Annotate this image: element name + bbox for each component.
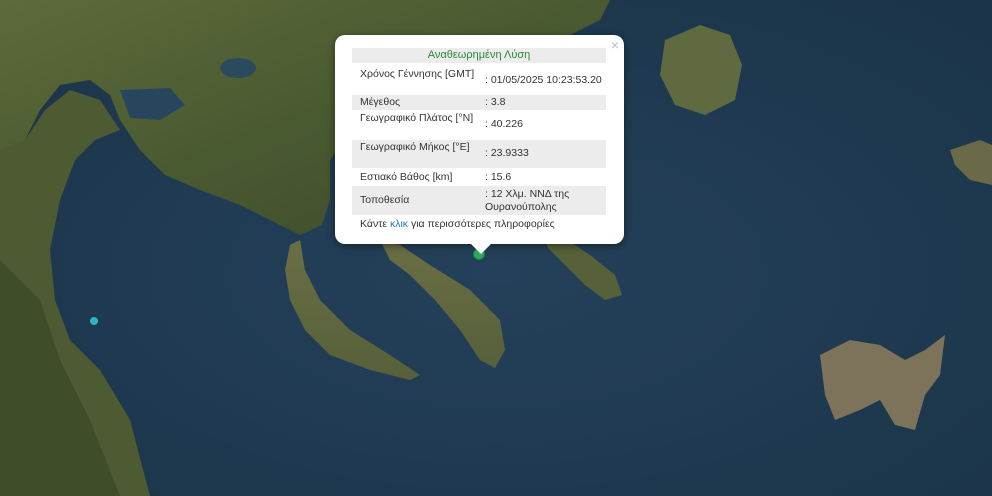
longitude-row: Γεωγραφικό Μήκος [°E] : 23.9333: [352, 140, 606, 168]
latitude-value: : 40.226: [485, 118, 523, 130]
depth-label: Εστιακό Βάθος [km]: [360, 171, 453, 183]
earthquake-info-popup: × Αναθεωρημένη Λύση Χρόνος Γέννησης [GMT…: [335, 35, 624, 254]
magnitude-label: Μέγεθος: [360, 96, 401, 108]
latitude-row: Γεωγραφικό Πλάτος [°N] : 40.226: [352, 112, 606, 138]
origin-time-value: : 01/05/2025 10:23:53.20: [485, 74, 602, 86]
magnitude-value: : 3.8: [485, 96, 506, 108]
magnitude-row: Μέγεθος : 3.8: [352, 95, 606, 110]
earthquake-marker[interactable]: [90, 317, 98, 325]
location-row: Τοποθεσία : 12 Χλμ. ΝΝΔ της Ουρανούπολης: [352, 186, 606, 215]
more-info-link[interactable]: κλικ: [390, 218, 408, 230]
depth-row: Εστιακό Βάθος [km] : 15.6: [352, 170, 606, 185]
origin-time-label: Χρόνος Γέννησης [GMT]: [360, 68, 475, 80]
origin-time-row: Χρόνος Γέννησης [GMT] : 01/05/2025 10:23…: [352, 68, 606, 94]
longitude-value: : 23.9333: [485, 147, 529, 159]
depth-value: : 15.6: [485, 171, 512, 183]
popup-title: Αναθεωρημένη Λύση: [352, 48, 606, 63]
more-info-text: Κάντε κλικ για περισσότερες πληροφορίες: [360, 218, 555, 230]
latitude-label: Γεωγραφικό Πλάτος [°N]: [360, 112, 474, 124]
location-value: : 12 Χλμ. ΝΝΔ της Ουρανούπολης: [485, 188, 570, 213]
location-label: Τοποθεσία: [360, 194, 410, 206]
longitude-label: Γεωγραφικό Μήκος [°E]: [360, 141, 470, 153]
close-icon[interactable]: ×: [611, 38, 619, 52]
